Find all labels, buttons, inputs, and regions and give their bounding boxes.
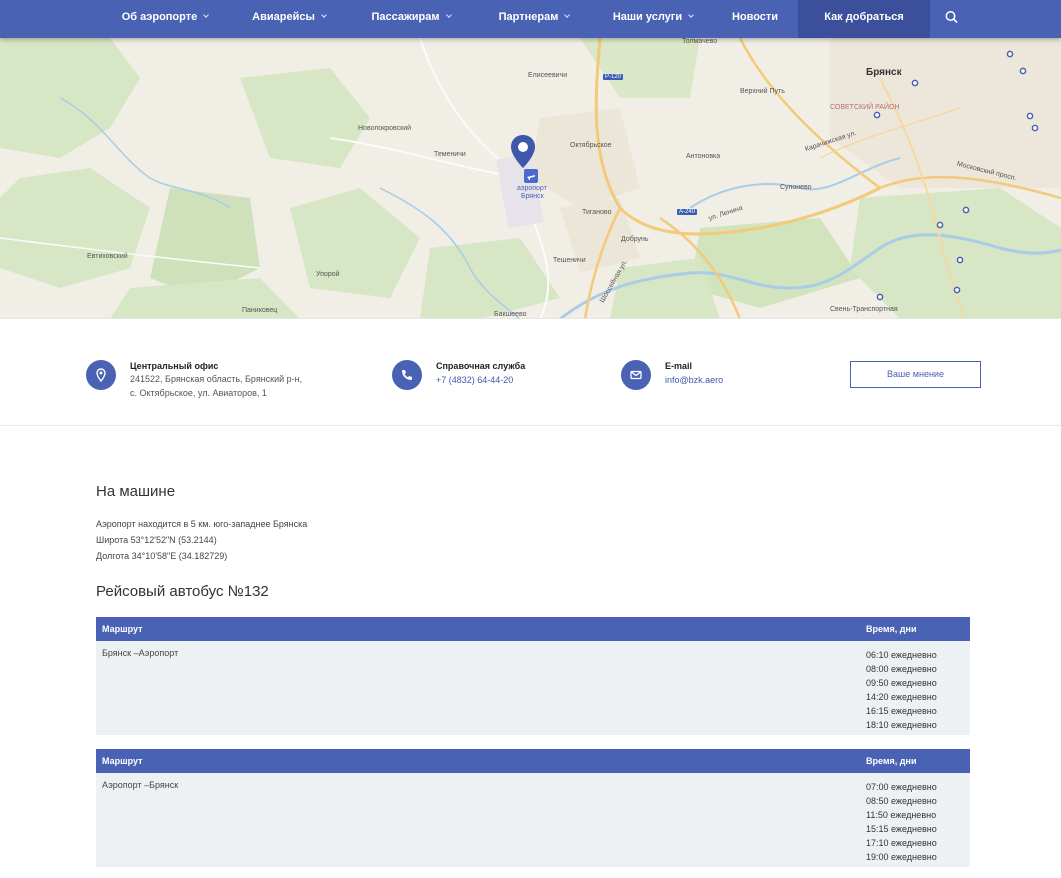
map-label: Теменичи: [434, 151, 466, 158]
table-header: Маршрут Время, дни: [96, 617, 970, 641]
top-navigation: Об аэропорте Авиарейсы Пассажирам Партне…: [0, 0, 1061, 38]
nav-item-services[interactable]: Наши услуги: [600, 0, 706, 38]
office-address-line: 241522, Брянская область, Брянский р-н,: [130, 374, 303, 384]
nav-label: Пассажирам: [371, 11, 440, 23]
map-label: Свень-Транспортная: [830, 306, 898, 313]
chevron-down-icon: [688, 12, 694, 18]
time-list: 07:00 ежедневно 08:50 ежедневно 11:50 еж…: [866, 780, 937, 864]
phone-icon: [392, 360, 422, 390]
search-button[interactable]: [938, 0, 966, 38]
office-address-line: с. Октябрьское, ул. Авиаторов, 1: [130, 388, 267, 398]
nav-label: Новости: [731, 11, 779, 23]
time-list: 06:10 ежедневно 08:00 ежедневно 09:50 еж…: [866, 648, 937, 732]
time-entry: 07:00 ежедневно: [866, 782, 937, 792]
time-entry: 08:00 ежедневно: [866, 664, 937, 674]
route-name: Аэропорт –Брянск: [102, 780, 179, 790]
map-label: Р-120: [603, 74, 624, 80]
time-entry: 09:50 ежедневно: [866, 678, 937, 688]
nav-label: Наши услуги: [612, 11, 683, 23]
email-link[interactable]: info@bzk.aero: [665, 375, 723, 385]
col-time-header: Время, дни: [866, 624, 917, 634]
time-entry: 11:50 ежедневно: [866, 810, 937, 820]
nav-item-passengers[interactable]: Пассажирам: [358, 0, 464, 38]
bus-heading: Рейсовый автобус №132: [96, 583, 269, 600]
col-route-header: Маршрут: [102, 624, 143, 634]
table-header: Маршрут Время, дни: [96, 749, 970, 773]
map-pin-icon[interactable]: [509, 134, 537, 170]
col-route-header: Маршрут: [102, 756, 143, 766]
nav-label: Об аэропорте: [121, 11, 198, 23]
map-label: Новопокровский: [358, 125, 412, 132]
phone-link[interactable]: +7 (4832) 64-44-20: [436, 375, 513, 385]
col-time-header: Время, дни: [866, 756, 917, 766]
time-entry: 17:10 ежедневно: [866, 838, 937, 848]
map-label: Тиганово: [582, 209, 612, 216]
chevron-down-icon: [321, 12, 327, 18]
location-icon: [86, 360, 116, 390]
map-label: СОВЕТСКИЙ РАЙОН: [830, 104, 900, 111]
table-row: Аэропорт –Брянск 07:00 ежедневно 08:50 е…: [96, 773, 970, 867]
time-entry: 06:10 ежедневно: [866, 650, 937, 660]
time-entry: 18:10 ежедневно: [866, 720, 937, 730]
nav-item-partners[interactable]: Партнерам: [484, 0, 584, 38]
contacts-bar: Центральный офис 241522, Брянская област…: [0, 320, 1061, 426]
nav-item-about[interactable]: Об аэропорте: [112, 0, 218, 38]
time-entry: 19:00 ежедневно: [866, 852, 937, 862]
map-label: Евтиховский: [87, 253, 128, 260]
search-icon: [945, 11, 958, 23]
map-label: Упорой: [316, 271, 340, 278]
email-title: E-mail: [665, 361, 693, 371]
car-description: Аэропорт находится в 5 км. юго-западнее …: [96, 519, 308, 529]
map-label: Тешеничи: [553, 257, 586, 264]
route-name: Брянск –Аэропорт: [102, 648, 179, 658]
help-title: Справочная служба: [436, 361, 526, 371]
chevron-down-icon: [445, 12, 452, 18]
map-label: Елисеевичи: [528, 72, 568, 79]
map-label: А-240: [677, 209, 698, 215]
schedule-table: Маршрут Время, дни Брянск –Аэропорт 06:1…: [96, 617, 970, 735]
feedback-button[interactable]: Ваше мнение: [850, 361, 981, 388]
nav-item-news[interactable]: Новости: [722, 0, 788, 38]
latitude-text: Широта 53°12'52"N (53.2144): [96, 535, 217, 545]
map-label: Паниковец: [242, 307, 278, 314]
time-entry: 14:20 ежедневно: [866, 692, 937, 702]
map-label: Добрунь: [621, 236, 649, 243]
map-label: Брянск: [866, 67, 902, 78]
airport-plane-icon: [524, 169, 538, 183]
nav-label: Авиарейсы: [252, 11, 315, 23]
time-entry: 15:15 ежедневно: [866, 824, 937, 834]
map-label: аэропорт: [517, 185, 547, 192]
map-label: Толмачево: [682, 38, 718, 45]
nav-label: Партнерам: [498, 11, 559, 23]
map-label: Антоновка: [686, 153, 721, 160]
mail-icon: [621, 360, 651, 390]
car-heading: На машине: [96, 483, 176, 500]
nav-item-flights[interactable]: Авиарейсы: [241, 0, 337, 38]
time-entry: 16:15 ежедневно: [866, 706, 937, 716]
chevron-down-icon: [203, 12, 210, 18]
chevron-down-icon: [564, 12, 571, 18]
office-title: Центральный офис: [130, 361, 219, 371]
schedule-table: Маршрут Время, дни Аэропорт –Брянск 07:0…: [96, 749, 970, 867]
map-label: Верхний Путь: [740, 88, 785, 95]
map-label: Октябрьское: [570, 142, 612, 149]
map-label: Супонево: [780, 184, 812, 191]
map-label: Бакшеево: [494, 311, 527, 318]
time-entry: 08:50 ежедневно: [866, 796, 937, 806]
table-row: Брянск –Аэропорт 06:10 ежедневно 08:00 е…: [96, 641, 970, 735]
location-map[interactable]: Толмачево Брянск Елисеевичи Р-120 Верхни…: [0, 38, 1061, 319]
nav-item-how-to-get[interactable]: Как добраться: [798, 0, 930, 38]
map-label: Брянск: [521, 193, 544, 200]
nav-label: Как добраться: [824, 11, 904, 23]
longitude-text: Долгота 34°10'58"E (34.182729): [96, 551, 228, 561]
